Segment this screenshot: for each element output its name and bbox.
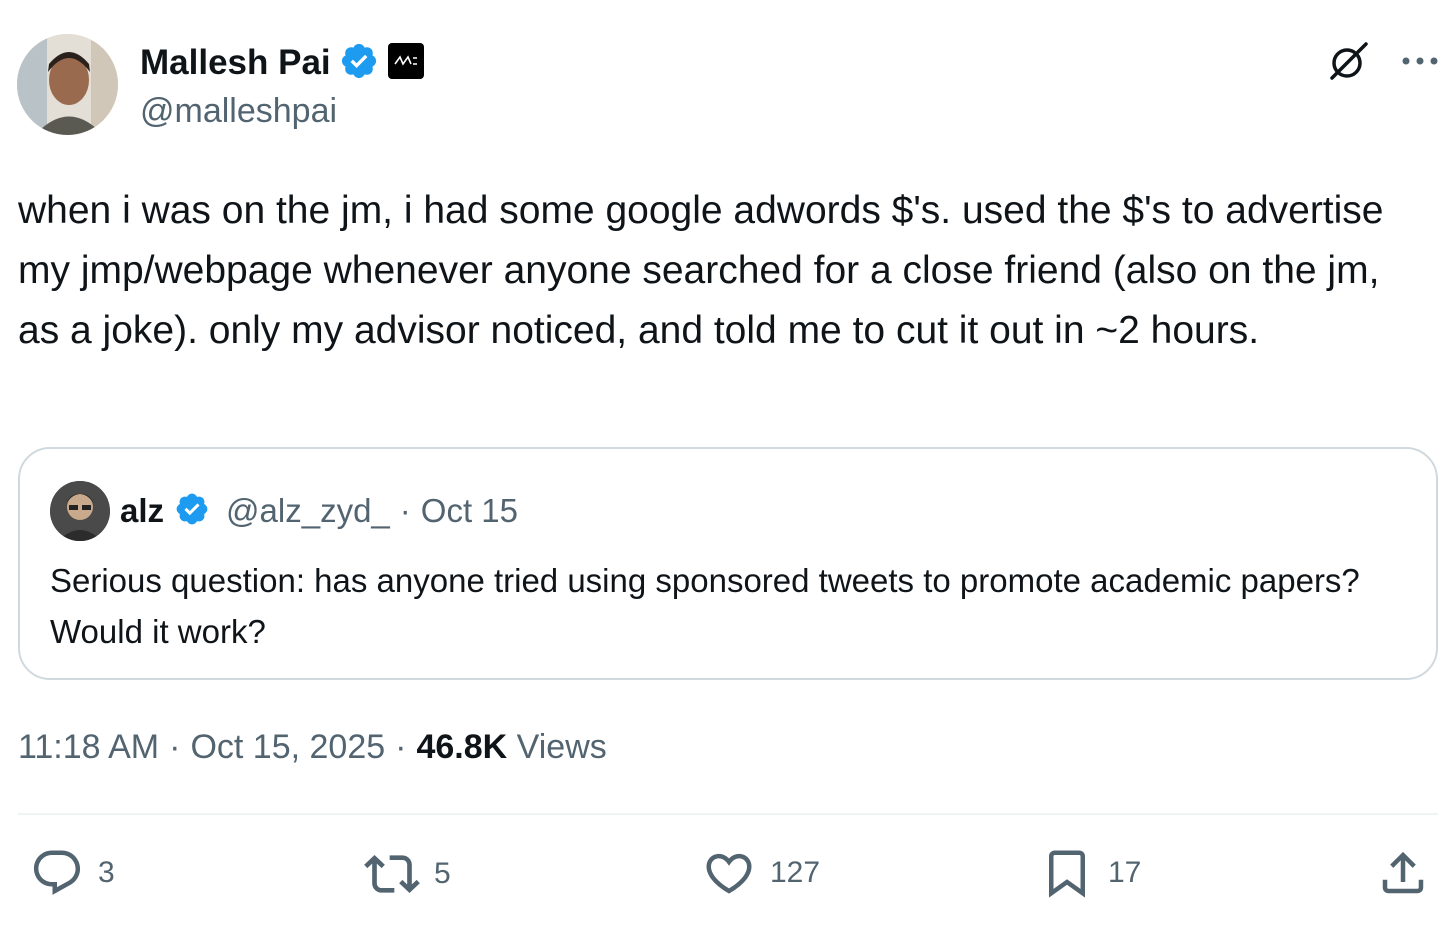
views-count: 46.8K <box>416 728 508 766</box>
repost-count: 5 <box>434 857 451 890</box>
quoted-verified-badge-icon <box>174 491 210 532</box>
quoted-date[interactable]: Oct 15 <box>421 492 518 530</box>
more-options-icon[interactable] <box>1400 51 1440 76</box>
quoted-tweet-text: Serious question: has anyone tried using… <box>50 562 1360 650</box>
repost-button[interactable]: 5 <box>364 846 451 902</box>
heart-icon <box>706 853 752 894</box>
repost-icon <box>364 855 420 893</box>
like-count: 127 <box>770 856 821 889</box>
tweet-text: when i was on the jm, i had some google … <box>18 189 1384 352</box>
reply-icon <box>33 850 81 895</box>
quoted-tweet[interactable]: alz @alz_zyd_ · Oct 15 Serious question:… <box>18 447 1438 680</box>
bookmark-button[interactable]: 17 <box>1040 846 1141 900</box>
tweet-date[interactable]: Oct 15, 2025 <box>190 728 385 767</box>
avatar-photo <box>17 34 118 135</box>
author-avatar[interactable] <box>17 34 118 135</box>
reply-count: 3 <box>98 856 115 889</box>
share-button[interactable] <box>1376 846 1430 900</box>
tweet-top-actions <box>1326 38 1440 89</box>
share-icon <box>1382 851 1424 894</box>
quoted-tweet-header: alz @alz_zyd_ · Oct 15 <box>50 479 518 543</box>
affiliation-logo-icon[interactable] <box>387 42 425 85</box>
grok-icon[interactable] <box>1326 38 1372 89</box>
verified-badge-icon[interactable] <box>339 41 379 86</box>
like-button[interactable]: 127 <box>702 846 820 900</box>
divider <box>18 813 1438 815</box>
reply-button[interactable]: 3 <box>30 846 115 900</box>
bookmark-icon <box>1049 850 1085 898</box>
meta-separator: · <box>169 728 181 766</box>
quoted-author-avatar[interactable] <box>50 481 110 541</box>
views-label: Views <box>516 728 607 766</box>
tweet-time[interactable]: 11:18 AM <box>18 728 159 767</box>
views: 46.8K Views <box>416 728 606 767</box>
tweet-meta: 11:18 AM · Oct 15, 2025 · 46.8K Views <box>18 728 607 767</box>
author-handle[interactable]: @malleshpai <box>140 92 337 131</box>
author-name-row: Mallesh Pai <box>140 40 425 86</box>
bookmark-count: 17 <box>1108 856 1142 889</box>
author-name[interactable]: Mallesh Pai <box>140 43 331 83</box>
quoted-author-name[interactable]: alz <box>120 492 164 530</box>
quoted-separator: · <box>399 492 411 529</box>
quoted-author-handle[interactable]: @alz_zyd_ <box>226 492 390 530</box>
meta-separator: · <box>395 728 407 766</box>
